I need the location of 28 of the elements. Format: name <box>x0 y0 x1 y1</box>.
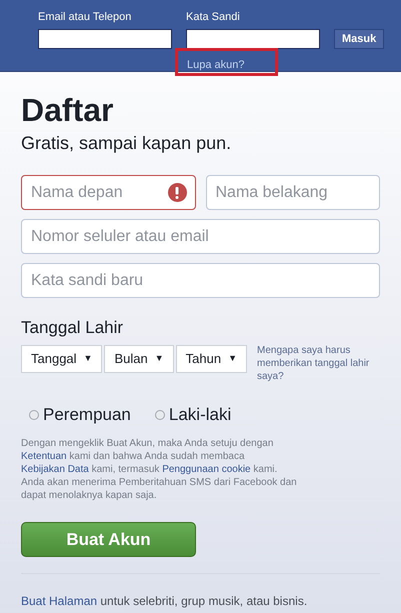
radio-option[interactable]: Laki-laki <box>154 405 232 425</box>
text-field[interactable]: Nama belakang <box>206 175 380 210</box>
section-label: Tanggal Lahir <box>21 318 124 338</box>
dropdown[interactable]: Tanggal ▼ <box>21 345 102 373</box>
link[interactable]: Ketentuan <box>21 451 67 462</box>
link[interactable]: Buat Halaman <box>21 594 98 608</box>
subtitle: Gratis, sampai kapan pun. <box>21 132 232 154</box>
create-account-button[interactable]: Buat Akun <box>21 522 196 557</box>
text-field[interactable]: Nomor seluler atau email <box>21 219 380 254</box>
field-label: Email atau Telepon <box>38 11 132 24</box>
text-field[interactable]: Kata sandi baru <box>21 263 380 298</box>
footer-text: Buat Halaman untuk selebriti, grup musik, atau bisnis. <box>21 593 308 610</box>
page-title: Daftar <box>21 92 114 128</box>
password-field[interactable] <box>186 29 320 49</box>
link[interactable]: Penggunaan cookie <box>162 464 251 475</box>
help-link[interactable]: Mengapa saya harus memberikan tanggal lahir saya? <box>256 344 380 383</box>
login-button[interactable]: Masuk <box>334 29 384 49</box>
terms-text: Dengan mengeklik Buat Akun, maka Anda setuju dengan Ketentuan kami dan bahwa Anda sudah membaca Kebijakan Data kami, termasuk Penggunaan cookie kami. Anda akan menerima Pemberitahuan SMS dari Facebook dan dapat menolaknya kapan saja. <box>21 437 298 502</box>
dropdown[interactable]: Tahun ▼ <box>176 345 247 373</box>
radio-button[interactable] <box>29 410 39 420</box>
dropdown[interactable]: Bulan ▼ <box>104 345 174 373</box>
forgot-account-link[interactable]: Lupa akun? <box>186 59 246 72</box>
link[interactable]: Kebijakan Data <box>21 464 89 475</box>
radio-option[interactable]: Perempuan <box>29 405 131 425</box>
text-field[interactable]: Nama depan <box>21 175 196 210</box>
email-field[interactable] <box>38 29 172 49</box>
radio-button[interactable] <box>154 410 165 420</box>
field-label: Kata Sandi <box>186 11 241 24</box>
